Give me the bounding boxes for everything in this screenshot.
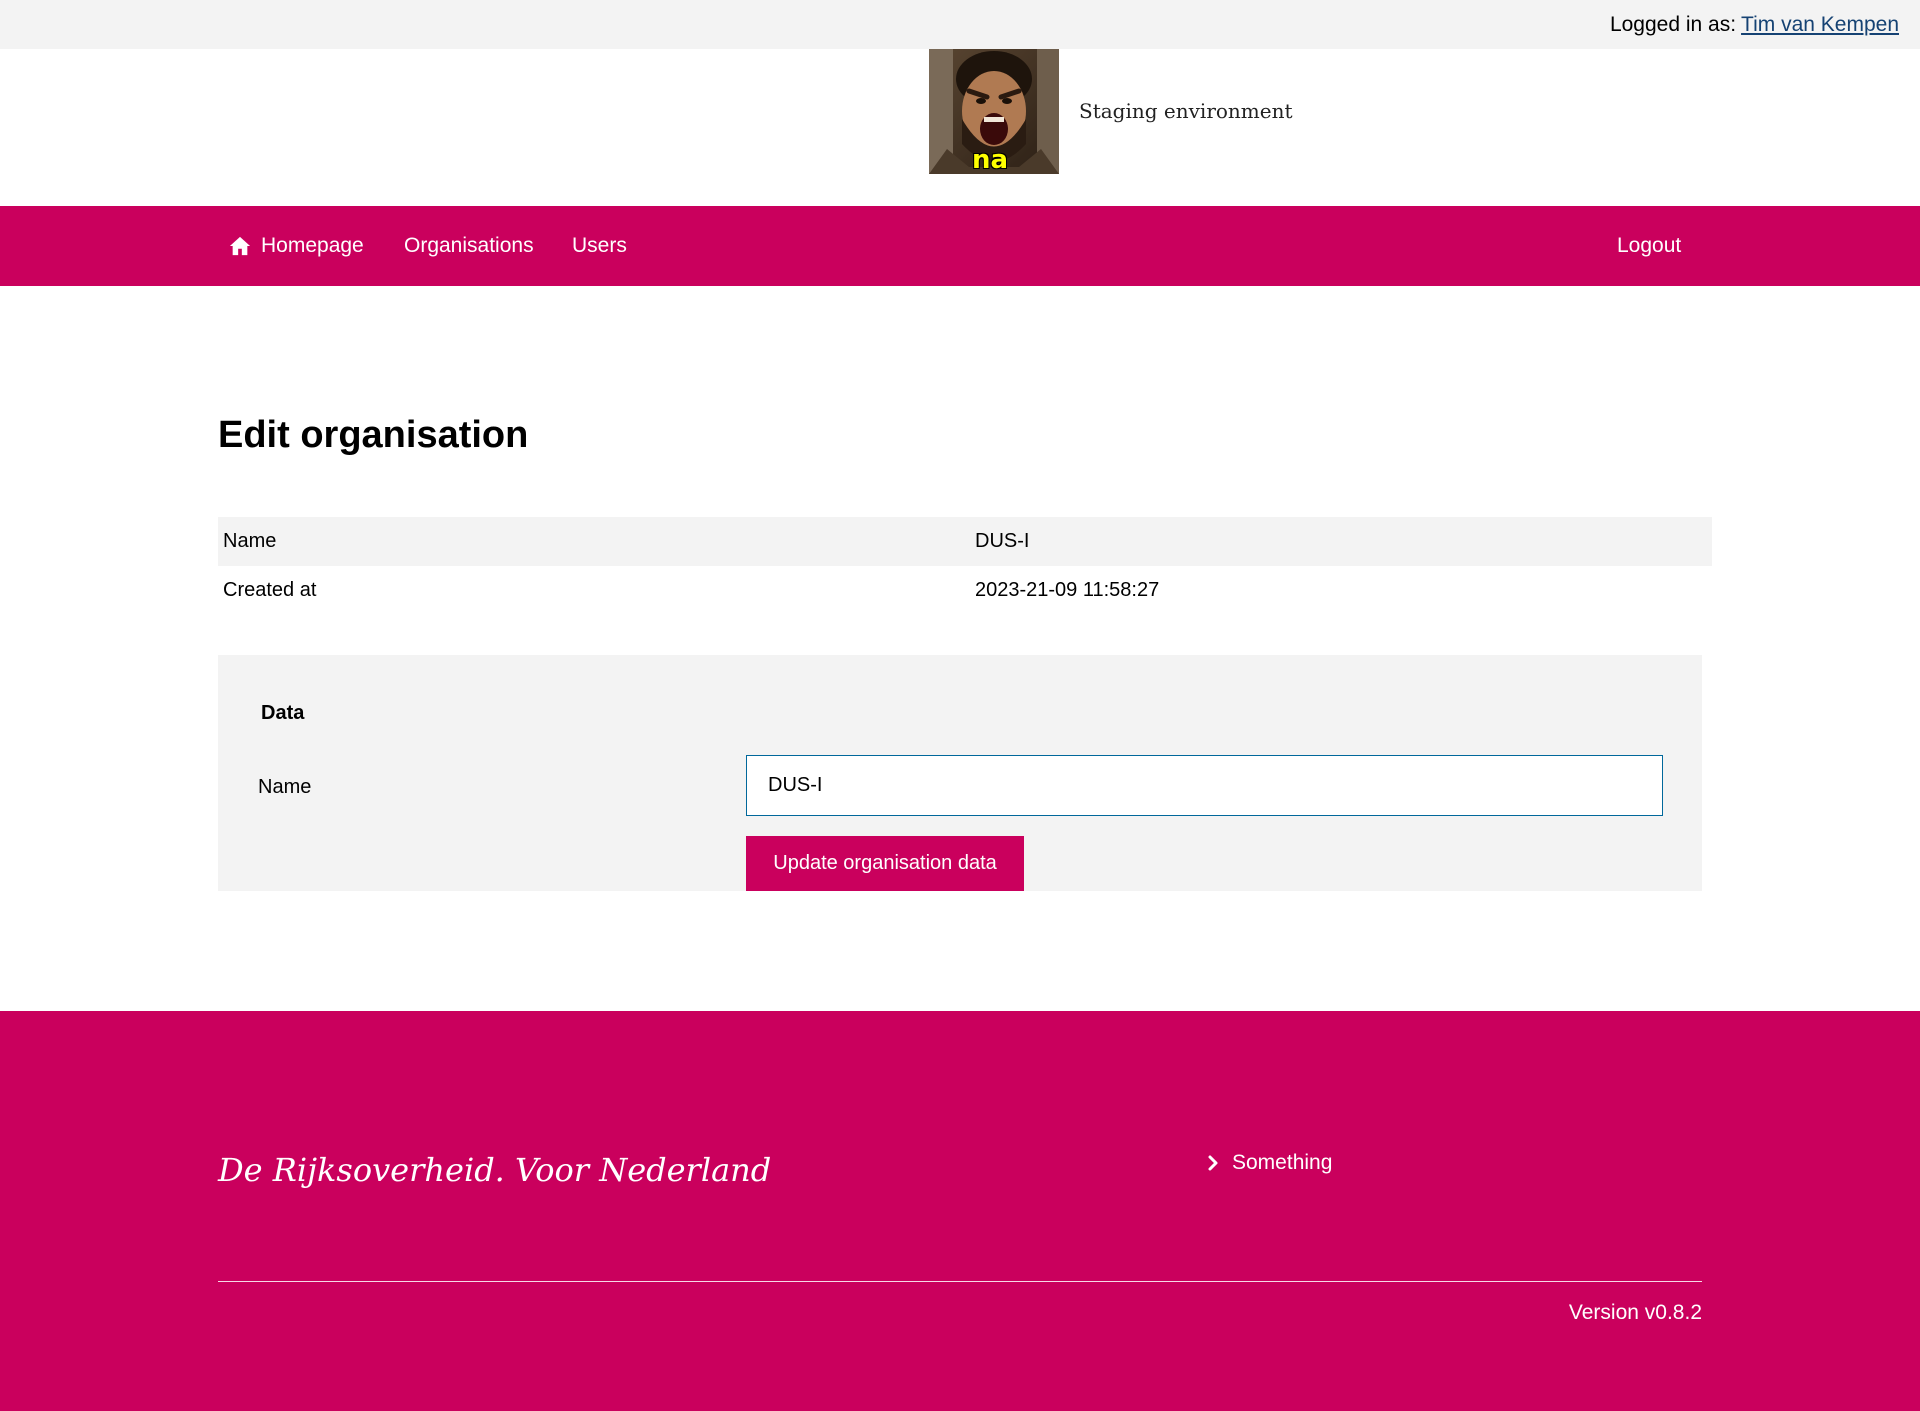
- nav-item-homepage[interactable]: Homepage: [229, 206, 364, 286]
- details-key: Created at: [223, 579, 317, 601]
- footer-link-label: Something: [1232, 1151, 1333, 1174]
- user-profile-link[interactable]: Tim van Kempen: [1741, 13, 1899, 37]
- page-title: Edit organisation: [218, 414, 529, 456]
- chevron-right-icon: [1208, 1155, 1218, 1171]
- logged-in-label: Logged in as:: [1609, 12, 1737, 36]
- home-icon: [229, 236, 251, 256]
- nav-item-label: Homepage: [261, 234, 364, 257]
- footer-link-something[interactable]: Something: [1206, 1151, 1332, 1175]
- nav-item-users[interactable]: Users: [572, 206, 627, 286]
- main-nav: Homepage Organisations Users Logout: [0, 206, 1920, 286]
- site-footer: De Rijksoverheid. Voor Nederland Somethi…: [0, 1011, 1920, 1411]
- logo-caption: na: [972, 145, 1009, 174]
- name-field-label: Name: [258, 776, 312, 798]
- footer-tagline: De Rijksoverheid. Voor Nederland: [218, 1151, 772, 1189]
- form-section-title: Data: [261, 702, 305, 724]
- edit-organisation-form: Data Name Update organisation data: [218, 655, 1702, 891]
- user-bar: Logged in as: Tim van Kempen: [0, 0, 1920, 49]
- organisation-name-input[interactable]: [746, 755, 1663, 816]
- details-row: Name DUS-I: [218, 517, 1712, 566]
- details-value: 2023-21-09 11:58:27: [975, 579, 1160, 601]
- site-logo: na: [929, 49, 1059, 174]
- footer-divider: [218, 1281, 1702, 1282]
- details-row: Created at 2023-21-09 11:58:27: [218, 566, 1712, 615]
- details-value: DUS-I: [975, 530, 1030, 552]
- organisation-details: Name DUS-I Created at 2023-21-09 11:58:2…: [218, 517, 1712, 615]
- version-label: Version v0.8.2: [1568, 1301, 1702, 1324]
- nav-item-organisations[interactable]: Organisations: [404, 206, 534, 286]
- update-organisation-button[interactable]: Update organisation data: [746, 836, 1024, 891]
- logout-link[interactable]: Logout: [1617, 206, 1681, 286]
- details-key: Name: [223, 530, 277, 552]
- site-header: na Staging environment: [0, 49, 1920, 206]
- environment-label: Staging environment: [1079, 99, 1293, 123]
